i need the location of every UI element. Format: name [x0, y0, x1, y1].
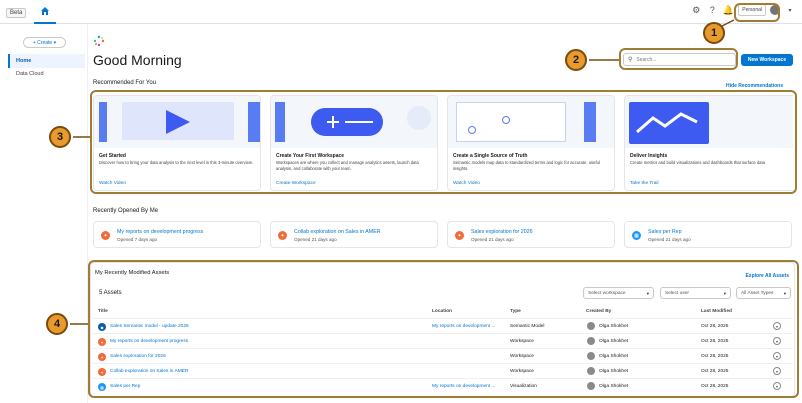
callout-connectors: [70, 19, 735, 325]
